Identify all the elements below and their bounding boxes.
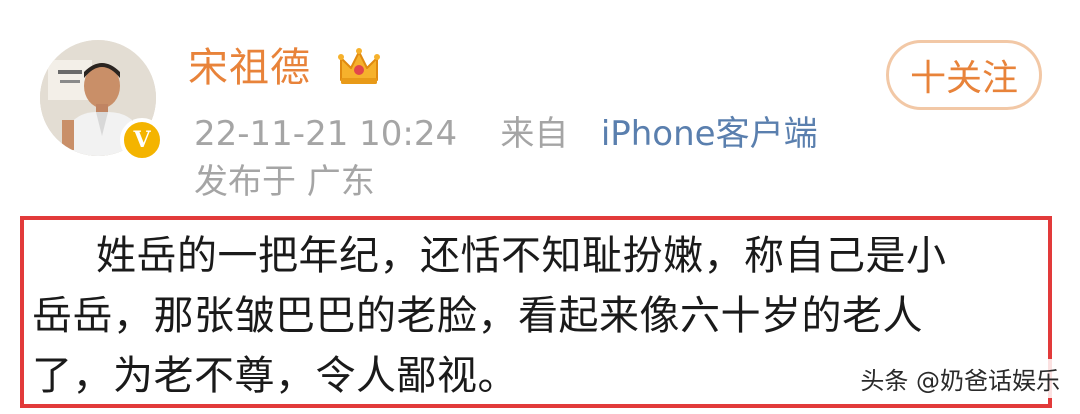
weibo-post-card: V 宋祖德 十关注 22-11-21 10:24 来自 iPhone客户端 发布… xyxy=(0,0,1080,414)
verified-v-badge-icon: V xyxy=(120,118,164,162)
source-client-link[interactable]: iPhone客户端 xyxy=(601,114,818,154)
username[interactable]: 宋祖德 xyxy=(188,44,311,92)
post-meta: 22-11-21 10:24 来自 iPhone客户端 xyxy=(194,112,818,156)
post-timestamp: 22-11-21 10:24 xyxy=(194,114,458,154)
crown-icon xyxy=(338,48,380,84)
avatar[interactable]: V xyxy=(40,40,164,162)
watermark: 头条 @奶爸话娱乐 xyxy=(854,359,1066,398)
post-location: 发布于 广东 xyxy=(194,162,375,202)
post-line: 姓岳的一把年纪，还恬不知耻扮嫩，称自己是小 xyxy=(96,233,947,279)
follow-button[interactable]: 十关注 xyxy=(886,40,1042,110)
source-prefix: 来自 xyxy=(500,114,569,154)
post-line: 岳岳，那张皱巴巴的老脸，看起来像六十岁的老人 xyxy=(32,293,923,339)
